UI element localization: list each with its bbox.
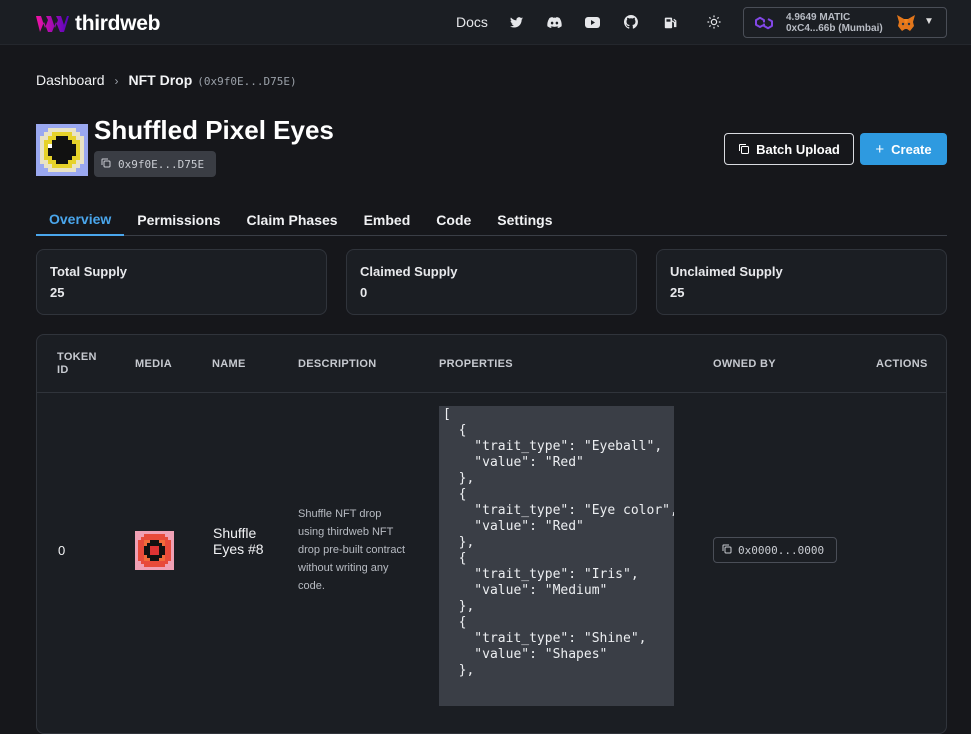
table-header: TOKEN ID MEDIA NAME DESCRIPTION PROPERTI… bbox=[37, 335, 946, 393]
nft-properties: [ { "trait_type": "Eyeball", "value": "R… bbox=[439, 406, 674, 706]
page-title: Shuffled Pixel Eyes bbox=[94, 115, 334, 145]
claimed-supply-card: Claimed Supply 0 bbox=[346, 249, 637, 315]
token-id-cell: 0 bbox=[58, 543, 66, 558]
contract-address-copy[interactable]: 0x9f0E...D75E bbox=[94, 151, 216, 177]
batch-upload-label: Batch Upload bbox=[756, 141, 840, 157]
batch-upload-button[interactable]: Batch Upload bbox=[724, 133, 854, 165]
top-bar: thirdweb Docs 4.9649 MATIC 0xC4...66b (M… bbox=[0, 0, 971, 45]
unclaimed-supply-card: Unclaimed Supply 25 bbox=[656, 249, 947, 315]
nft-media bbox=[135, 531, 174, 570]
column-owned-by[interactable]: OWNED BY bbox=[713, 335, 776, 393]
tab-bar: Overview Permissions Claim Phases Embed … bbox=[36, 204, 947, 236]
owner-address: 0x0000...0000 bbox=[738, 543, 825, 557]
create-button[interactable]: + Create bbox=[860, 133, 947, 165]
stat-label: Claimed Supply bbox=[360, 264, 458, 279]
breadcrumb-nft-drop[interactable]: NFT Drop bbox=[129, 72, 193, 88]
stat-label: Total Supply bbox=[50, 264, 128, 279]
tab-code[interactable]: Code bbox=[423, 204, 484, 236]
docs-link[interactable]: Docs bbox=[456, 14, 488, 30]
copy-stack-icon bbox=[739, 144, 750, 154]
stat-value: 0 bbox=[360, 285, 368, 300]
column-actions[interactable]: ACTIONS bbox=[876, 335, 928, 393]
breadcrumb: Dashboard › NFT Drop (0x9f0E...D75E) bbox=[36, 72, 297, 88]
chevron-right-icon: › bbox=[114, 74, 119, 88]
tab-overview[interactable]: Overview bbox=[36, 204, 125, 236]
nft-description: Shuffle NFT drop using thirdweb NFT drop… bbox=[298, 508, 405, 592]
youtube-icon[interactable] bbox=[584, 14, 600, 30]
column-properties[interactable]: PROPERTIES bbox=[439, 335, 513, 393]
copy-icon bbox=[101, 158, 111, 171]
wallet-button[interactable]: 4.9649 MATIC 0xC4...66b (Mumbai) ▼ bbox=[743, 7, 947, 38]
tab-permissions[interactable]: Permissions bbox=[124, 204, 233, 236]
wallet-balance: 4.9649 MATIC bbox=[786, 12, 851, 23]
owner-address-copy[interactable]: 0x0000...0000 bbox=[713, 537, 837, 563]
brand-name: thirdweb bbox=[75, 12, 161, 35]
sun-icon[interactable] bbox=[706, 14, 722, 30]
column-name[interactable]: NAME bbox=[212, 335, 246, 393]
copy-icon bbox=[722, 544, 732, 557]
contract-address: 0x9f0E...D75E bbox=[118, 157, 205, 171]
discord-icon[interactable] bbox=[546, 14, 562, 30]
nft-name: Shuffle Eyes #8 bbox=[213, 525, 264, 557]
tab-embed[interactable]: Embed bbox=[351, 204, 424, 236]
stat-value: 25 bbox=[670, 285, 685, 300]
breadcrumb-dashboard[interactable]: Dashboard bbox=[36, 72, 105, 88]
breadcrumb-address: (0x9f0E...D75E) bbox=[197, 75, 297, 88]
nft-table: TOKEN ID MEDIA NAME DESCRIPTION PROPERTI… bbox=[36, 334, 947, 734]
thirdweb-logo[interactable]: thirdweb bbox=[36, 12, 160, 36]
column-token-id[interactable]: TOKEN ID bbox=[57, 335, 107, 393]
plus-icon: + bbox=[875, 140, 885, 158]
twitter-icon[interactable] bbox=[508, 14, 524, 30]
tab-claim-phases[interactable]: Claim Phases bbox=[234, 204, 351, 236]
column-description[interactable]: DESCRIPTION bbox=[298, 335, 376, 393]
thirdweb-logo-icon bbox=[36, 16, 69, 32]
metamask-icon bbox=[896, 14, 916, 37]
total-supply-card: Total Supply 25 bbox=[36, 249, 327, 315]
chevron-down-icon: ▼ bbox=[924, 16, 934, 27]
github-icon[interactable] bbox=[623, 14, 639, 30]
create-label: Create bbox=[891, 141, 932, 157]
stat-value: 25 bbox=[50, 285, 65, 300]
column-media[interactable]: MEDIA bbox=[135, 335, 172, 393]
collection-image bbox=[36, 124, 88, 176]
polygon-icon bbox=[754, 15, 774, 36]
wallet-address: 0xC4...66b (Mumbai) bbox=[786, 23, 883, 34]
stat-label: Unclaimed Supply bbox=[670, 264, 783, 279]
gas-pump-icon[interactable] bbox=[662, 14, 678, 30]
tab-settings[interactable]: Settings bbox=[484, 204, 565, 236]
